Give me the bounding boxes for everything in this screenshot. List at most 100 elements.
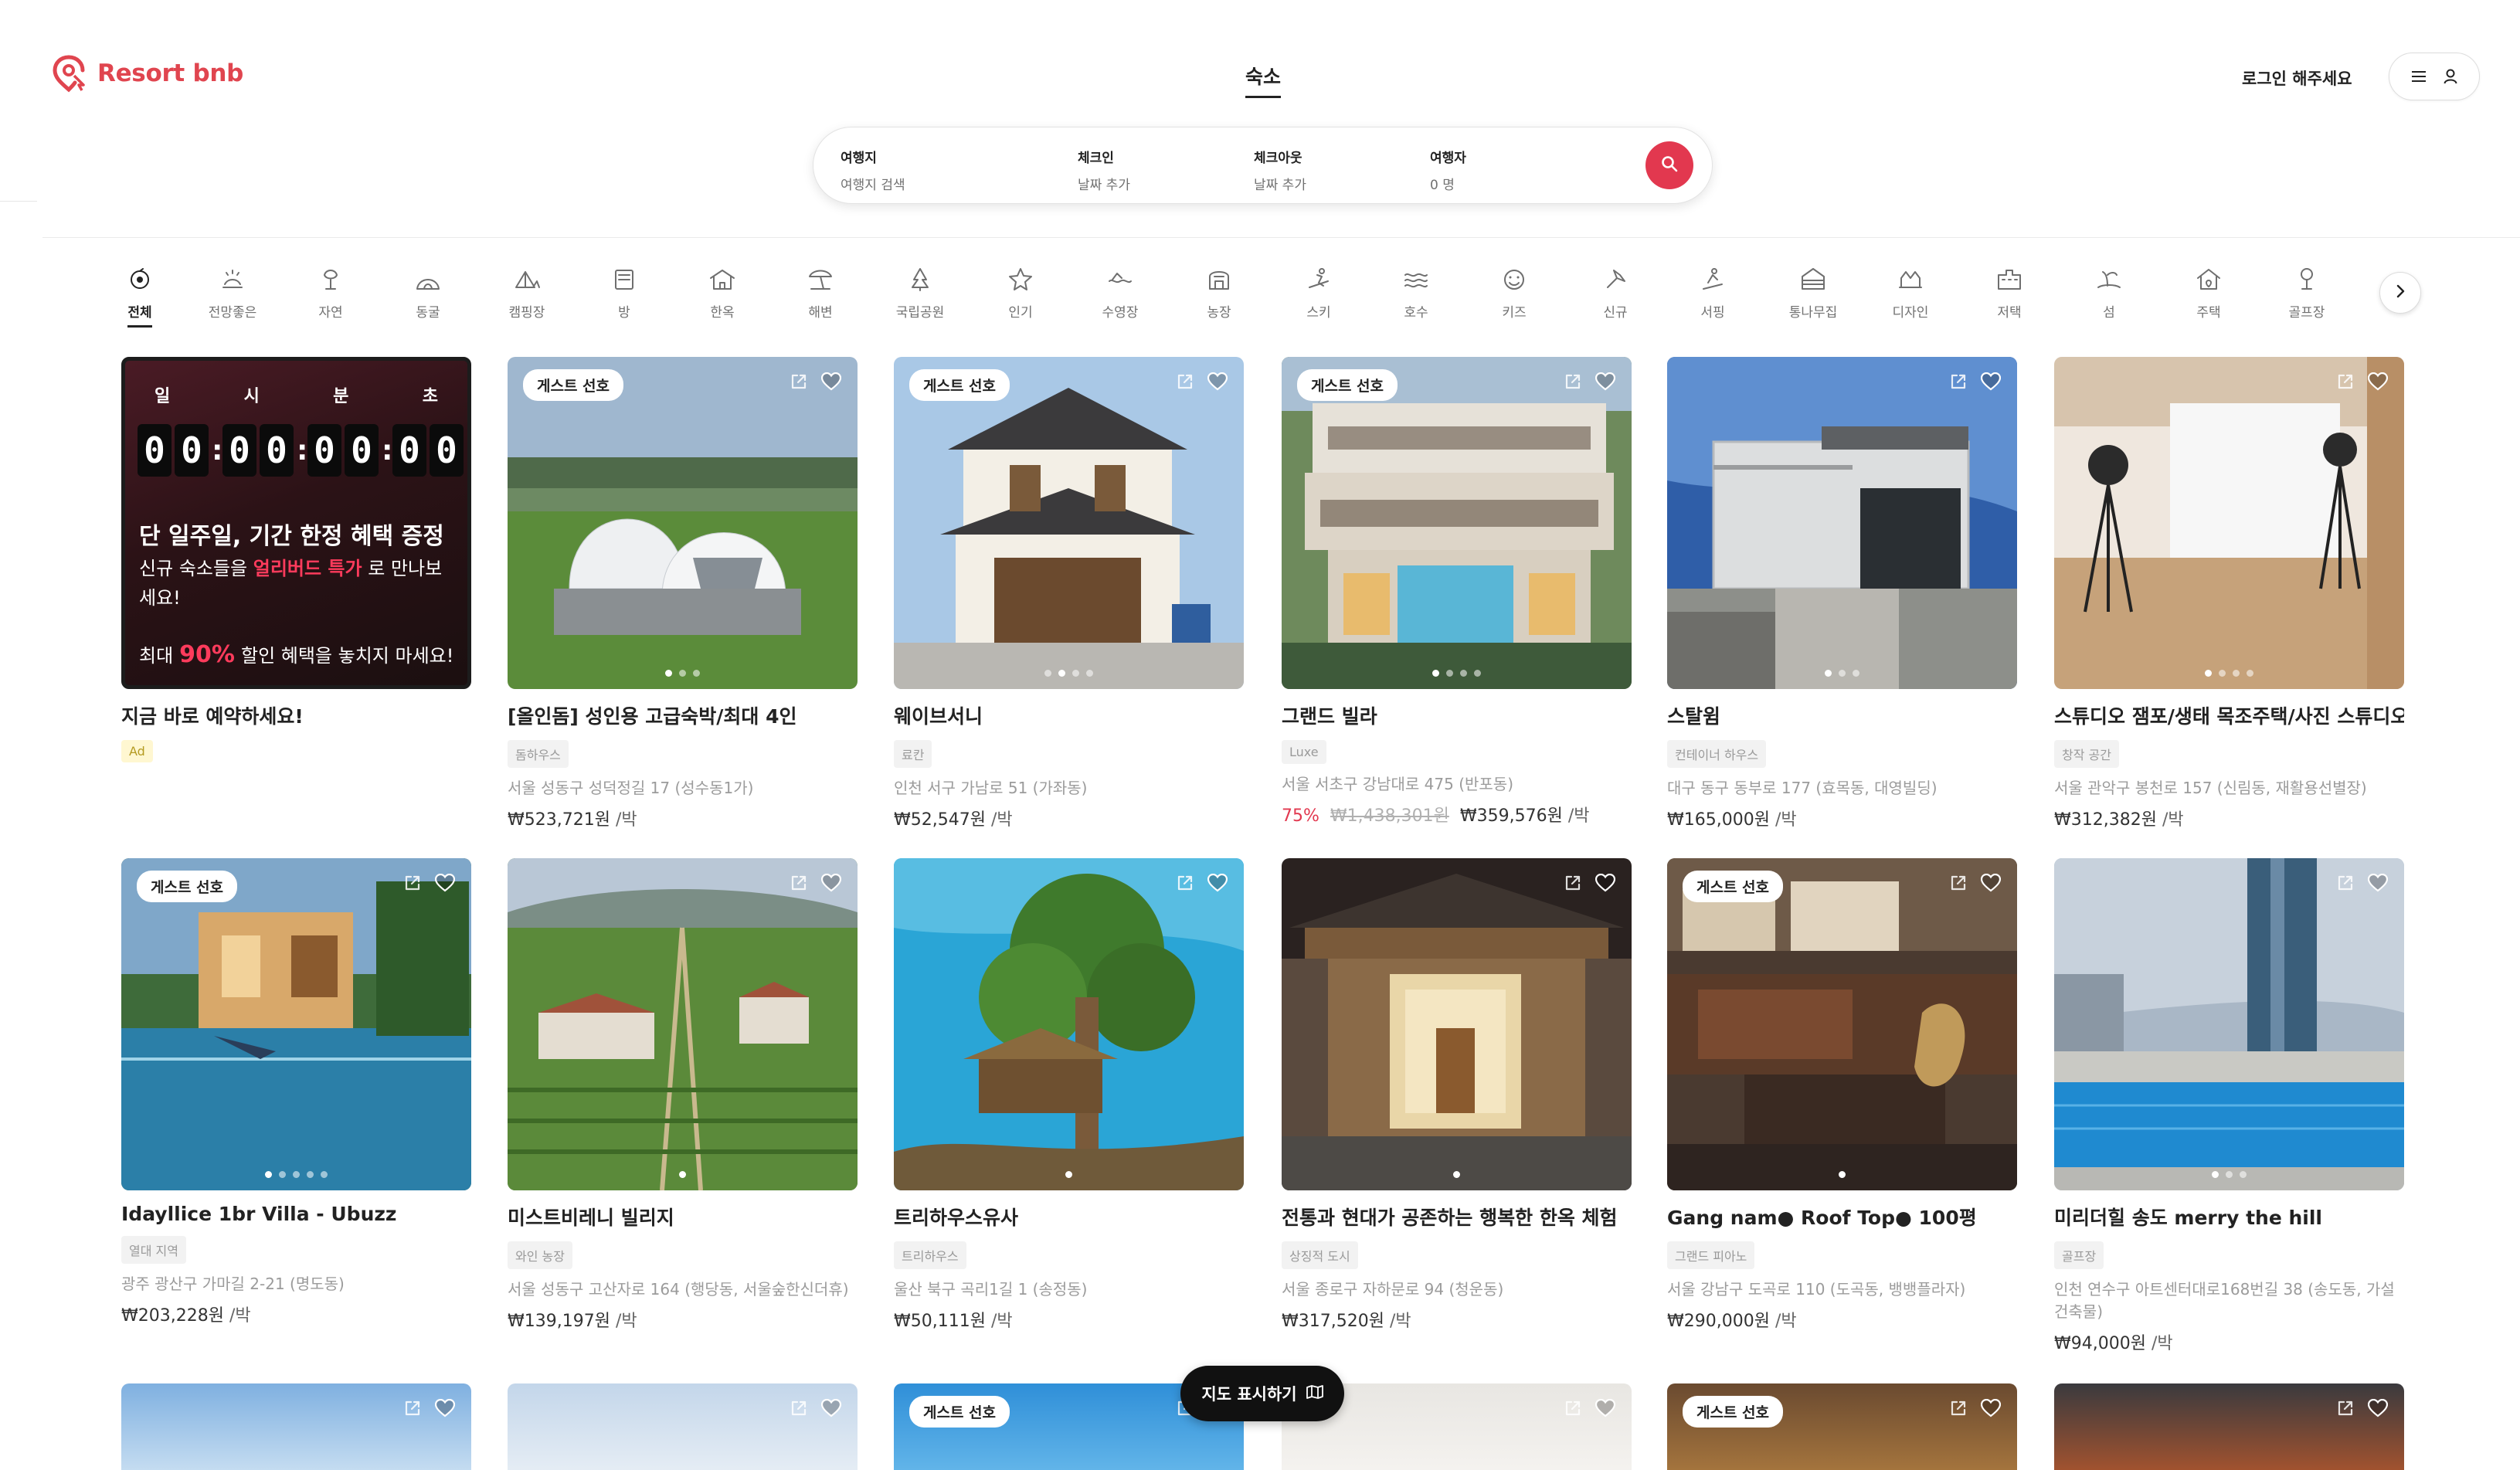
listing-title[interactable]: [올인돔] 성인용 고급숙박/최대 4인 (508, 701, 858, 729)
listing-card[interactable]: 게스트 선호 Gang nam● Roof Top● 100평 그랜드 피아노 … (1667, 858, 2017, 1332)
share-icon[interactable] (1948, 872, 1969, 894)
category-design[interactable]: 디자인 (1864, 264, 1957, 321)
heart-icon[interactable] (2367, 1397, 2389, 1419)
carousel-dot[interactable] (2219, 670, 2226, 677)
category-popular[interactable]: 인기 (974, 264, 1067, 321)
share-icon[interactable] (402, 1397, 423, 1419)
carousel-dot[interactable] (2233, 670, 2240, 677)
listing-card[interactable]: 스탈윔 컨테이너 하우스 대구 동구 동부로 177 (효목동, 대영빌딩) ₩… (1667, 357, 2017, 830)
heart-icon[interactable] (1595, 1397, 1616, 1419)
category-view[interactable]: 전망좋은 (186, 264, 279, 321)
carousel-dot[interactable] (1839, 670, 1846, 677)
share-icon[interactable] (1948, 1397, 1969, 1419)
category-island[interactable]: 섬 (2063, 264, 2155, 321)
listing-title[interactable]: 스튜디오 잼포/생태 목조주택/사진 스튜디오 (2054, 701, 2404, 729)
share-icon[interactable] (2335, 371, 2356, 392)
listing-card[interactable]: 전통과 현대가 공존하는 행복한 한옥 체험 상징적 도시 서울 종로구 자하문… (1282, 858, 1632, 1332)
login-link[interactable]: 로그인 해주세요 (2242, 66, 2352, 90)
listing-title[interactable]: 스탈윔 (1667, 701, 2017, 729)
share-icon[interactable] (1948, 371, 1969, 392)
heart-icon[interactable] (820, 371, 842, 392)
checkin-field[interactable]: 체크인 날짜 추가 (1078, 147, 1130, 193)
listing-photo[interactable] (1667, 357, 2017, 689)
heart-icon[interactable] (820, 872, 842, 894)
listing-card[interactable]: 게스트 선호 (1667, 1383, 2017, 1470)
share-icon[interactable] (2335, 872, 2356, 894)
category-nature[interactable]: 자연 (284, 264, 377, 321)
tab-stays[interactable]: 숙소 (1245, 62, 1282, 98)
heart-icon[interactable] (434, 1397, 456, 1419)
carousel-dot[interactable] (693, 670, 700, 677)
category-room[interactable]: 방 (578, 264, 671, 321)
heart-icon[interactable] (820, 1397, 842, 1419)
carousel-dot[interactable] (321, 1171, 328, 1178)
category-beach[interactable]: 해변 (774, 264, 867, 321)
carousel-dot[interactable] (1432, 670, 1439, 677)
carousel-dot[interactable] (679, 1171, 686, 1178)
listing-photo[interactable]: 게스트 선호 (894, 357, 1244, 689)
listing-title[interactable]: 웨이브서니 (894, 701, 1244, 729)
share-icon[interactable] (1562, 371, 1584, 392)
category-next-button[interactable] (2379, 272, 2421, 314)
listing-photo[interactable] (2054, 858, 2404, 1190)
carousel-dot[interactable] (279, 1171, 286, 1178)
listing-photo[interactable] (508, 1383, 858, 1470)
carousel-dot[interactable] (1474, 670, 1481, 677)
category-surfing[interactable]: 서핑 (1666, 264, 1759, 321)
category-mansion[interactable]: 저택 (1963, 264, 2056, 321)
listing-card[interactable] (2054, 1383, 2404, 1470)
share-icon[interactable] (2335, 1397, 2356, 1419)
carousel-dot[interactable] (679, 670, 686, 677)
share-icon[interactable] (1562, 872, 1584, 894)
carousel-dot[interactable] (1086, 670, 1093, 677)
listing-card[interactable]: 미리더힐 송도 merry the hill 골프장 인천 연수구 아트센터대로… (2054, 858, 2404, 1354)
carousel-dot[interactable] (2212, 1171, 2219, 1178)
heart-icon[interactable] (1980, 872, 2002, 894)
listing-card[interactable]: 게스트 선호 그랜드 빌라 Luxe 서울 서초구 강남대로 475 (반포동)… (1282, 357, 1632, 827)
promo-card[interactable]: 일 시 분 초 0 0 : 0 0 : 0 0 : 0 0 단 일주일, 기간 … (121, 357, 471, 762)
carousel-dot[interactable] (1446, 670, 1453, 677)
carousel-dot[interactable] (2247, 670, 2253, 677)
share-icon[interactable] (1174, 872, 1196, 894)
carousel-dot[interactable] (1453, 1171, 1460, 1178)
listing-title[interactable]: Gang nam● Roof Top● 100평 (1667, 1203, 2017, 1231)
listing-title[interactable]: 그랜드 빌라 (1282, 701, 1632, 729)
category-pool[interactable]: 수영장 (1074, 264, 1167, 321)
carousel-dot[interactable] (1044, 670, 1051, 677)
listing-card[interactable]: 게스트 선호 웨이브서니 료칸 인천 서구 가남로 51 (가좌동) ₩52,5… (894, 357, 1244, 830)
checkout-field[interactable]: 체크아웃 날짜 추가 (1254, 147, 1306, 193)
carousel-dot[interactable] (1065, 1171, 1072, 1178)
heart-icon[interactable] (1980, 371, 2002, 392)
search-button[interactable] (1645, 141, 1693, 189)
category-house[interactable]: 주택 (2162, 264, 2255, 321)
carousel-dot[interactable] (1460, 670, 1467, 677)
carousel-dot[interactable] (665, 670, 672, 677)
category-ski[interactable]: 스키 (1272, 264, 1365, 321)
listing-photo[interactable] (2054, 357, 2404, 689)
carousel-dot[interactable] (1058, 670, 1065, 677)
listing-title[interactable]: 미리더힐 송도 merry the hill (2054, 1203, 2404, 1231)
share-icon[interactable] (788, 872, 810, 894)
carousel-dot[interactable] (1839, 1171, 1846, 1178)
carousel-dot[interactable] (1825, 670, 1832, 677)
heart-icon[interactable] (2367, 371, 2389, 392)
heart-icon[interactable] (1595, 371, 1616, 392)
listing-photo[interactable] (121, 1383, 471, 1470)
category-all[interactable]: 전체 (93, 264, 186, 328)
listing-card[interactable]: 미스트비레니 빌리지 와인 농장 서울 성동구 고산자로 164 (행당동, 서… (508, 858, 858, 1332)
listing-card[interactable]: 게스트 선호 Idayllice 1br Villa - Ubuzz 열대 지역… (121, 858, 471, 1326)
destination-field[interactable]: 여행지 여행지 검색 (841, 147, 905, 193)
listing-photo[interactable]: 게스트 선호 (1282, 357, 1632, 689)
listing-title[interactable]: Idayllice 1br Villa - Ubuzz (121, 1203, 471, 1225)
category-farm[interactable]: 농장 (1173, 264, 1265, 321)
listing-photo[interactable] (508, 858, 858, 1190)
category-cave[interactable]: 동굴 (382, 264, 474, 321)
share-icon[interactable] (1562, 1397, 1584, 1419)
share-icon[interactable] (788, 371, 810, 392)
category-cabin[interactable]: 통나무집 (1767, 264, 1859, 321)
carousel-dot[interactable] (2240, 1171, 2247, 1178)
listing-photo[interactable]: 게스트 선호 (1667, 1383, 2017, 1470)
listing-title[interactable]: 미스트비레니 빌리지 (508, 1203, 858, 1231)
category-camping[interactable]: 캠핑장 (481, 264, 573, 321)
carousel-dot[interactable] (1853, 670, 1859, 677)
